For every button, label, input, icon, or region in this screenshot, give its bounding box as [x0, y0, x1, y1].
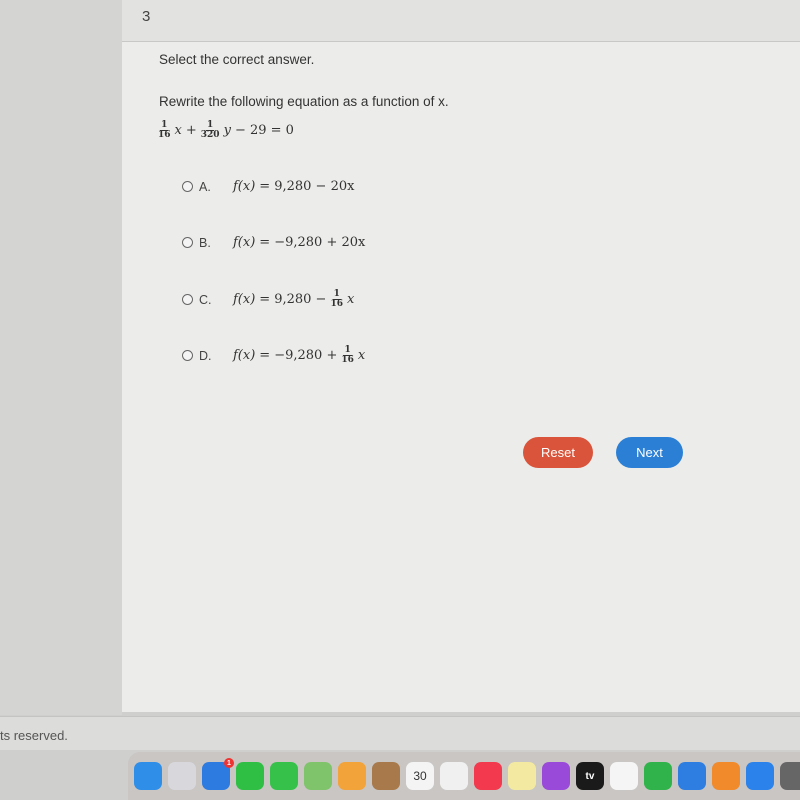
option-d[interactable]: D. f(x) = −9,280 + 1 16 x: [182, 346, 365, 365]
prompt: Rewrite the following equation as a func…: [159, 94, 449, 109]
var: x: [346, 292, 355, 307]
question-number: 3: [142, 8, 151, 25]
pages-icon[interactable]: [712, 762, 740, 790]
contacts-icon[interactable]: [372, 762, 400, 790]
question-header: [122, 0, 800, 42]
option-a[interactable]: A. f(x) = 9,280 − 20x: [182, 179, 354, 194]
eq: =: [259, 292, 271, 307]
var: y: [223, 123, 231, 138]
finder-icon[interactable]: [134, 762, 162, 790]
podcasts-icon[interactable]: [542, 762, 570, 790]
system-preferences-icon[interactable]: [780, 762, 800, 790]
footer: ts reserved.: [0, 716, 800, 750]
denominator: 16: [330, 299, 343, 309]
var: x: [174, 123, 182, 138]
lhs: f(x): [233, 348, 256, 363]
option-label: D.: [199, 348, 212, 363]
news-icon[interactable]: [610, 762, 638, 790]
option-c[interactable]: C. f(x) = 9,280 − 1 16 x: [182, 290, 354, 309]
option-label: B.: [199, 235, 211, 250]
denominator: 16: [341, 355, 354, 365]
lhs: f(x): [233, 179, 256, 194]
copyright-text: ts reserved.: [0, 728, 68, 743]
radio-c[interactable]: [182, 294, 193, 305]
lhs: f(x): [233, 235, 256, 250]
rhs: 9,280 −: [274, 292, 327, 307]
option-expression: f(x) = 9,280 − 1 16 x: [233, 290, 354, 309]
rhs: −9,280 + 20x: [274, 235, 366, 250]
denominator: 320: [200, 130, 220, 140]
next-button[interactable]: Next: [616, 437, 683, 468]
question-panel: [122, 42, 800, 712]
maps-icon[interactable]: [304, 762, 332, 790]
facetime-icon[interactable]: [236, 762, 264, 790]
eq: =: [259, 235, 271, 250]
left-margin: [0, 0, 122, 715]
calendar-icon[interactable]: 30: [406, 762, 434, 790]
app-store-icon[interactable]: [746, 762, 774, 790]
option-b[interactable]: B. f(x) = −9,280 + 20x: [182, 235, 365, 250]
option-label: A.: [199, 179, 211, 194]
dock: 1 30 tv: [128, 752, 800, 800]
rhs: 9,280 − 20x: [274, 179, 355, 194]
rhs: −9,280 +: [274, 348, 338, 363]
launchpad-icon[interactable]: [168, 762, 196, 790]
numbers-icon[interactable]: [644, 762, 672, 790]
equation: 1 16 x + 1 320 y − 29 = 0: [158, 121, 294, 140]
var: x: [357, 348, 366, 363]
equation-rest: − 29 = 0: [234, 123, 294, 138]
option-expression: f(x) = −9,280 + 20x: [233, 235, 365, 250]
mail-icon[interactable]: 1: [202, 758, 234, 790]
lhs: f(x): [233, 292, 256, 307]
plus: +: [185, 123, 197, 138]
photos-icon[interactable]: [338, 762, 366, 790]
option-expression: f(x) = −9,280 + 1 16 x: [233, 346, 365, 365]
reminders-icon[interactable]: [440, 762, 468, 790]
option-expression: f(x) = 9,280 − 20x: [233, 179, 354, 194]
radio-a[interactable]: [182, 181, 193, 192]
radio-b[interactable]: [182, 237, 193, 248]
eq: =: [259, 348, 271, 363]
messages-icon[interactable]: [270, 762, 298, 790]
reset-button[interactable]: Reset: [523, 437, 593, 468]
option-label: C.: [199, 292, 212, 307]
eq: =: [259, 179, 271, 194]
notes-icon[interactable]: [508, 762, 536, 790]
mail-badge: 1: [224, 758, 234, 768]
keynote-icon[interactable]: [678, 762, 706, 790]
denominator: 16: [158, 130, 171, 140]
apple-tv-icon[interactable]: tv: [576, 762, 604, 790]
music-icon[interactable]: [474, 762, 502, 790]
radio-d[interactable]: [182, 350, 193, 361]
instruction: Select the correct answer.: [159, 52, 315, 67]
